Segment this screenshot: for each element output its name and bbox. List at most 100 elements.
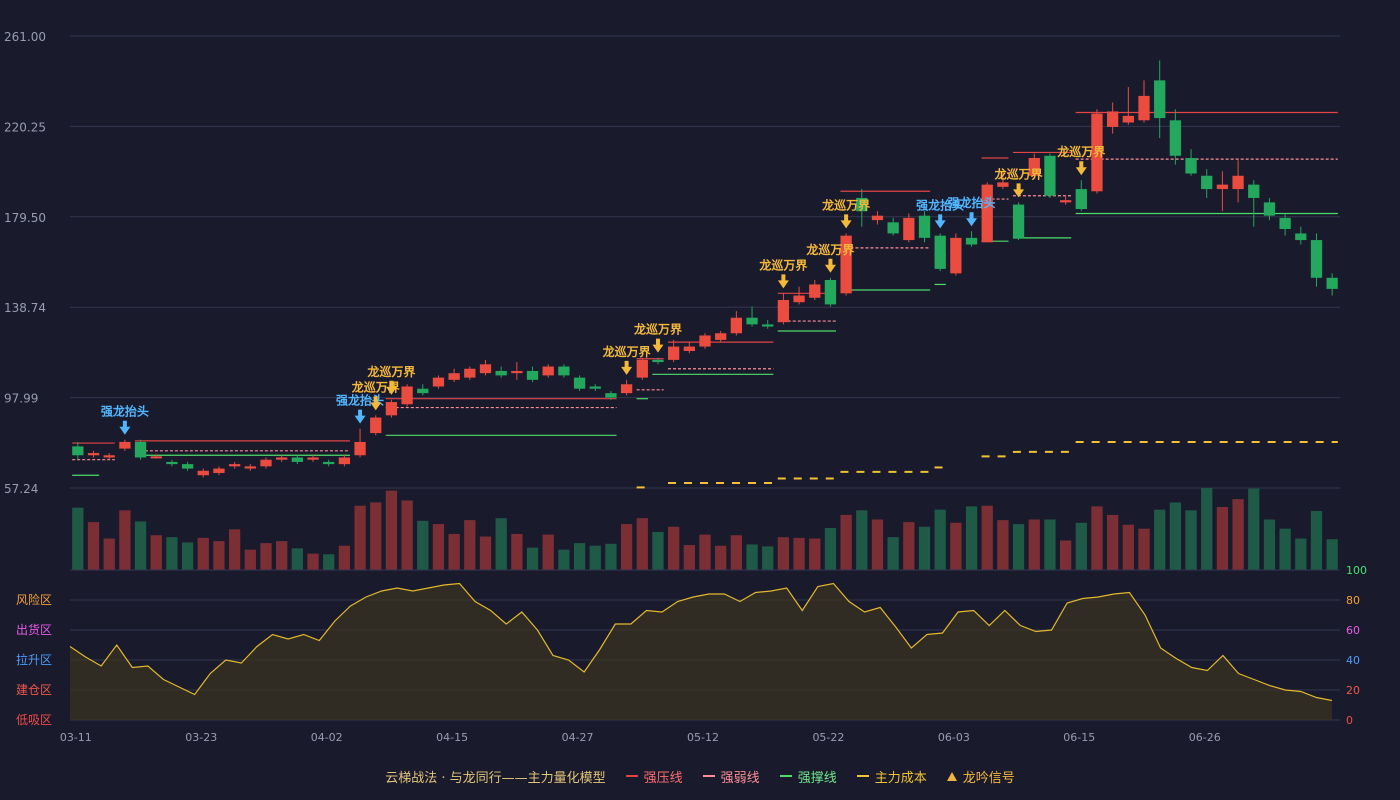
price-axis: 261.00 220.25 179.50 138.74 97.99 57.24 [4, 30, 46, 496]
candle-body [589, 386, 601, 389]
level-lines [72, 111, 1338, 489]
legend-weak[interactable]: 强弱线 [702, 767, 760, 786]
candle-body [181, 464, 194, 469]
candle-body [448, 373, 460, 380]
legend-title: 云梯战法 · 与龙同行——主力量化模型 [385, 767, 605, 786]
volume-bar [809, 538, 821, 570]
signal-label: 龙巡万界 [759, 257, 807, 272]
candle-body [715, 333, 727, 340]
volume-bar [542, 534, 554, 570]
signal-label: 龙巡万界 [367, 364, 415, 379]
volume-bar [1248, 488, 1260, 570]
legend-pressure[interactable]: 强压线 [625, 767, 683, 786]
signal-label: 龙巡万界 [603, 344, 651, 359]
volume-bar [181, 542, 194, 570]
candle-body [777, 299, 790, 323]
candle-body [1075, 189, 1087, 210]
chart-legend: 云梯战法 · 与龙同行——主力量化模型 强压线 强弱线 强撑线 主力成本 龙吟信… [0, 766, 1400, 786]
volume-bar [1075, 522, 1087, 570]
volume-bar [291, 548, 303, 570]
volume-bar [762, 546, 774, 570]
candle-body [228, 464, 241, 467]
candle-body [213, 468, 225, 474]
candle-body [307, 457, 319, 460]
candle-body [370, 417, 382, 434]
volume-bar [950, 522, 962, 570]
volume-bar [244, 549, 256, 570]
candle-body [260, 459, 272, 467]
volume-bar [683, 545, 695, 570]
osc-tick-label: 100 [1346, 564, 1367, 577]
volume-bar [228, 529, 241, 570]
volume-bar [1122, 524, 1134, 570]
candle-body [809, 284, 821, 298]
candle-body [636, 359, 648, 378]
volume-bar [793, 537, 805, 570]
down-arrow-icon [652, 338, 664, 353]
volume-bar [1279, 528, 1291, 570]
price-tick-label: 138.74 [4, 301, 46, 315]
candle-body [558, 366, 570, 376]
volume-bar [1107, 514, 1119, 570]
volume-bar [1216, 507, 1229, 570]
candle-body [887, 222, 899, 234]
volume-bar [1232, 499, 1244, 570]
price-tick-label: 261.00 [4, 30, 46, 44]
volume-bar [715, 545, 727, 570]
volume-bar [667, 526, 680, 570]
cost-swatch [856, 775, 869, 777]
down-arrow-icon [621, 360, 633, 375]
zone-label: 建仓区 [16, 683, 52, 697]
down-arrow-icon [1075, 161, 1087, 176]
volume-bar [150, 535, 162, 570]
signal-label: 龙巡万界 [806, 242, 854, 257]
date-tick-label: 04-02 [311, 731, 343, 744]
date-axis: 03-11 03-23 04-02 04-15 04-27 05-12 05-22 06-03… [60, 731, 1221, 744]
candle-body [526, 370, 539, 380]
candle-body [1310, 240, 1323, 278]
volume-bar [824, 528, 837, 570]
candle-body [150, 456, 162, 459]
signal-swatch-icon [946, 771, 957, 781]
signal-label: 强龙抬头 [101, 404, 149, 419]
candle-body [401, 386, 413, 405]
volume-bar [1263, 519, 1276, 570]
legend-title-text: 云梯战法 · 与龙同行——主力量化模型 [385, 770, 606, 786]
candle-body [620, 384, 633, 394]
candle-body [965, 237, 978, 245]
date-tick-label: 06-15 [1063, 731, 1095, 744]
candle-body [354, 441, 366, 456]
oscillator-panel: 100 80 60 40 20 0 风险区出货区拉升区建仓区低吸区 [16, 564, 1367, 727]
price-tick-label: 179.50 [4, 211, 46, 225]
legend-cost[interactable]: 主力成本 [856, 767, 927, 786]
candle-body [495, 370, 507, 376]
candle-body [244, 466, 256, 469]
volume-bar [401, 500, 413, 570]
volume-bar [103, 538, 115, 570]
date-tick-label: 05-22 [812, 731, 844, 744]
volume-bar [166, 537, 178, 570]
down-arrow-icon [119, 420, 131, 435]
pressure-swatch [625, 775, 638, 777]
volume-bar [558, 549, 570, 570]
candle-body [683, 346, 695, 351]
zone-label: 低吸区 [16, 713, 52, 727]
signal-label: 龙巡万界 [995, 166, 1043, 181]
volume-bar [213, 541, 225, 570]
candle-body [793, 295, 805, 303]
volume-bar [746, 544, 758, 570]
stock-chart: 261.00220.25179.50138.7497.9957.24 强龙抬头强… [4, 30, 1367, 744]
volume-bar [777, 537, 790, 570]
volume-bar [1091, 506, 1103, 570]
volume-bar [652, 531, 664, 570]
volume-bar [856, 510, 868, 570]
candle-body [1059, 200, 1072, 203]
legend-signal[interactable]: 龙吟信号 [946, 767, 1015, 786]
legend-support[interactable]: 强撑线 [779, 767, 837, 786]
candle-body [338, 457, 351, 465]
candle-body [1122, 115, 1134, 123]
volume-bar [1044, 519, 1056, 570]
candle-body [72, 446, 84, 456]
candle-body [652, 359, 664, 363]
candle-body [166, 461, 178, 465]
